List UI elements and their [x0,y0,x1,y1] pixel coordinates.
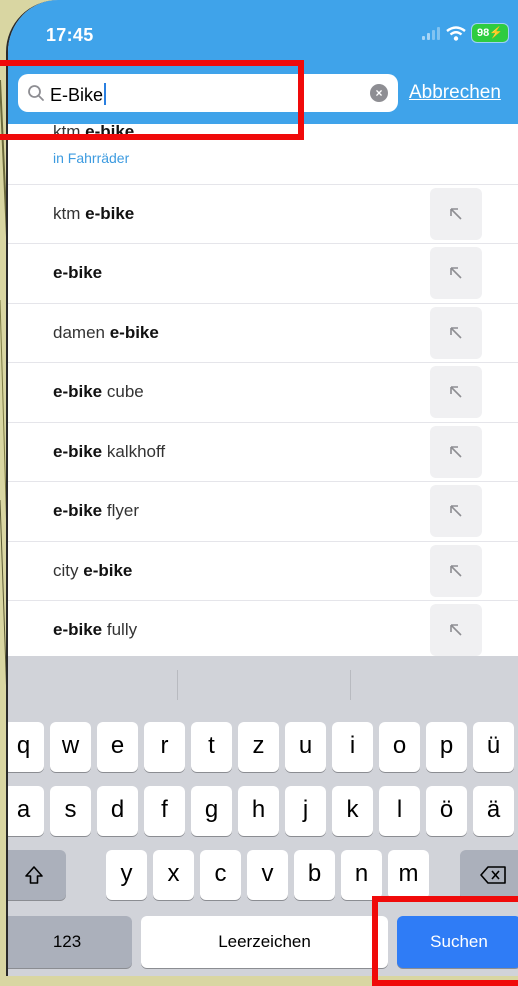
search-icon [28,85,44,101]
signal-icon [422,26,441,40]
phone-screen: 17:45 98⚡ E-Bike × Abbrechen ktm e-bike … [6,0,518,976]
key-c[interactable]: c [200,850,241,900]
shift-key[interactable] [8,850,66,900]
key-x[interactable]: x [153,850,194,900]
suggestion-label: ktm e-bike [53,204,135,223]
key-q[interactable]: q [8,722,44,772]
fill-query-button[interactable] [430,545,482,597]
search-header: 17:45 98⚡ E-Bike × Abbrechen [8,0,518,124]
suggestion-label: city e-bike [53,561,133,580]
key-t[interactable]: t [191,722,232,772]
suggestion-label: ktm e-bike [53,124,135,141]
key-m[interactable]: m [388,850,429,900]
suggestion-label: e-bike cube [53,382,144,401]
suggestion-list: ktm e-bike in Fahrräder ktm e-bike e-bik… [8,124,518,656]
space-key[interactable]: Leerzeichen [141,916,388,968]
fill-query-button[interactable] [430,188,482,240]
key-ä[interactable]: ä [473,786,514,836]
key-k[interactable]: k [332,786,373,836]
key-o[interactable]: o [379,722,420,772]
fill-query-button[interactable] [430,604,482,656]
text-caret [104,83,107,105]
cancel-button[interactable]: Abbrechen [409,82,501,104]
suggestion-label: e-bike kalkhoff [53,442,166,461]
fill-query-button[interactable] [430,247,482,299]
key-b[interactable]: b [294,850,335,900]
key-d[interactable]: d [97,786,138,836]
key-l[interactable]: l [379,786,420,836]
fill-query-button[interactable] [430,485,482,537]
search-key-label: Suchen [430,932,488,951]
arrow-up-left-icon [450,446,462,458]
key-w[interactable]: w [50,722,91,772]
arrow-up-left-icon [450,386,462,398]
predictive-divider [177,670,178,700]
suggestion-category[interactable]: in Fahrräder [53,150,129,166]
fill-query-button[interactable] [430,426,482,478]
key-s[interactable]: s [50,786,91,836]
clear-search-icon[interactable]: × [370,84,388,102]
suggestion-item[interactable]: e-bike [8,244,518,304]
key-f[interactable]: f [144,786,185,836]
suggestion-item[interactable]: e-bike flyer [8,482,518,542]
key-e[interactable]: e [97,722,138,772]
key-ö[interactable]: ö [426,786,467,836]
suggestion-item[interactable]: ktm e-bike [8,185,518,244]
backspace-key[interactable] [460,850,518,900]
suggestion-item[interactable]: e-bike kalkhoff [8,423,518,482]
key-ü[interactable]: ü [473,722,514,772]
suggestion-label: e-bike fully [53,620,138,639]
arrow-up-left-icon [450,327,462,339]
suggestion-label: e-bike [53,263,103,282]
arrow-up-left-icon [450,624,462,636]
wifi-icon [446,25,466,41]
suggestion-label: e-bike flyer [53,501,139,520]
charging-icon: ⚡ [489,27,503,39]
key-h[interactable]: h [238,786,279,836]
key-z[interactable]: z [238,722,279,772]
suggestion-item[interactable]: e-bike fully [8,601,518,656]
suggestion-item[interactable]: city e-bike [8,542,518,601]
key-y[interactable]: y [106,850,147,900]
fill-query-button[interactable] [430,307,482,359]
search-field[interactable]: E-Bike × [18,74,398,112]
key-g[interactable]: g [191,786,232,836]
battery-level: 98 [477,27,490,39]
fill-query-button[interactable] [430,366,482,418]
suggestion-item[interactable]: e-bike cube [8,363,518,423]
key-u[interactable]: u [285,722,326,772]
shift-icon [25,866,43,884]
arrow-up-left-icon [450,565,462,577]
key-a[interactable]: a [8,786,44,836]
key-n[interactable]: n [341,850,382,900]
status-time: 17:45 [46,25,94,45]
key-v[interactable]: v [247,850,288,900]
status-icons: 98⚡ [422,24,508,42]
suggestion-item[interactable]: damen e-bike [8,304,518,363]
search-input-value: E-Bike [50,85,104,105]
numbers-key[interactable]: 123 [8,916,132,968]
space-key-label: Leerzeichen [218,932,311,951]
arrow-up-left-icon [450,505,462,517]
arrow-up-left-icon [450,267,462,279]
numbers-key-label: 123 [52,932,82,951]
battery-badge: 98⚡ [472,24,508,42]
arrow-up-left-icon [450,208,462,220]
key-j[interactable]: j [285,786,326,836]
predictive-divider [350,670,351,700]
predictive-bar [8,656,518,714]
backspace-icon [480,866,506,884]
search-key[interactable]: Suchen [397,916,518,968]
search-input[interactable]: E-Bike [50,83,107,106]
suggestion-label: damen e-bike [53,323,159,342]
suggestion-item[interactable]: ktm e-bike in Fahrräder [8,124,518,185]
key-i[interactable]: i [332,722,373,772]
key-r[interactable]: r [144,722,185,772]
key-p[interactable]: p [426,722,467,772]
on-screen-keyboard: qwertzuiopü asdfghjklöä yxcvbnm 123 Leer… [8,656,518,976]
